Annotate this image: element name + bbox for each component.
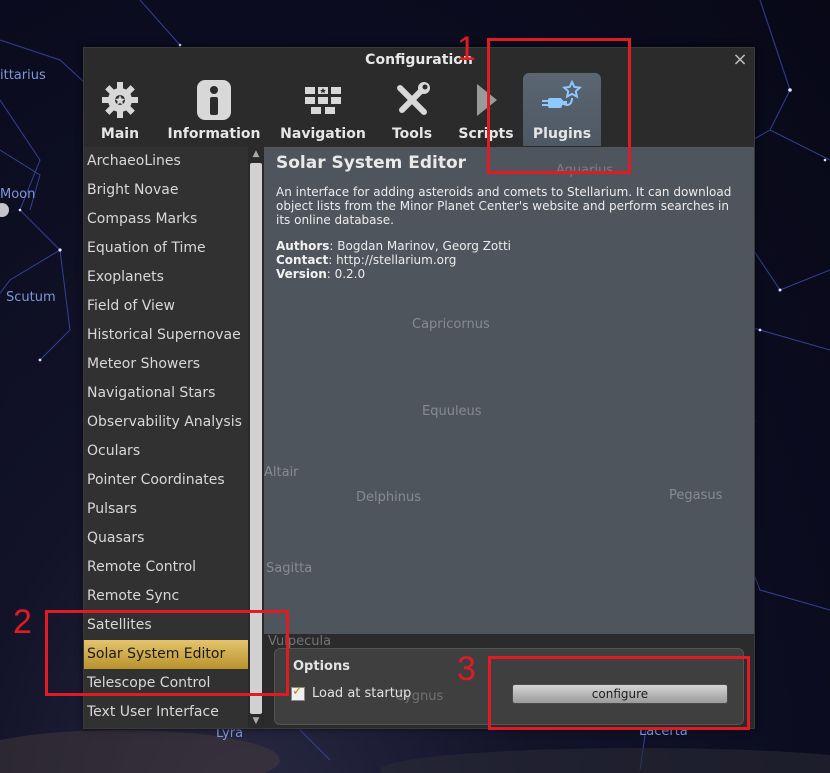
tab-navigation[interactable]: Navigation bbox=[280, 73, 366, 146]
list-item[interactable]: Bright Novae bbox=[84, 176, 248, 205]
list-item[interactable]: Meteor Showers bbox=[84, 350, 248, 379]
close-icon: × bbox=[732, 49, 748, 70]
list-item[interactable]: Pulsars bbox=[84, 495, 248, 524]
tab-main-label: Main bbox=[100, 126, 140, 142]
plugin-version: Version: 0.2.0 bbox=[276, 267, 365, 281]
list-item[interactable]: Field of View bbox=[84, 292, 248, 321]
tab-main[interactable]: Main bbox=[94, 73, 146, 146]
annotation-box-plugins-tab bbox=[487, 38, 631, 174]
checkmark-icon: ✓ bbox=[292, 684, 303, 699]
list-item[interactable]: Remote Control bbox=[84, 553, 248, 582]
annotation-number-2: 2 bbox=[13, 603, 32, 641]
sky-label-scutum: Scutum bbox=[6, 290, 56, 305]
contact-label: Contact bbox=[276, 253, 329, 267]
sky-label-delphinus: Delphinus bbox=[356, 490, 421, 505]
list-item[interactable]: Oculars bbox=[84, 437, 248, 466]
list-item[interactable]: Observability Analysis bbox=[84, 408, 248, 437]
sky-label-altair: Altair bbox=[264, 465, 299, 480]
sky-label-equuleus: Equuleus bbox=[422, 404, 482, 419]
sky-label-pegasus: Pegasus bbox=[669, 488, 723, 503]
tab-information-label: Information bbox=[167, 126, 261, 142]
list-item[interactable]: Equation of Time bbox=[84, 234, 248, 263]
tab-information[interactable]: Information bbox=[166, 73, 262, 146]
close-button[interactable]: × bbox=[730, 50, 750, 70]
annotation-box-list-item bbox=[45, 610, 289, 696]
plugin-details: Solar System Editor An interface for add… bbox=[264, 147, 754, 649]
version-label: Version bbox=[276, 267, 327, 281]
annotation-number-3: 3 bbox=[457, 650, 476, 688]
scroll-down-arrow-icon[interactable]: ▼ bbox=[248, 714, 264, 728]
plugin-contact: Contact: http://stellarium.org bbox=[276, 253, 456, 267]
tab-tools[interactable]: Tools bbox=[386, 73, 438, 146]
list-item[interactable]: Compass Marks bbox=[84, 205, 248, 234]
plugin-description: An interface for adding asteroids and co… bbox=[276, 185, 732, 227]
list-item[interactable]: Pointer Coordinates bbox=[84, 466, 248, 495]
authors-label: Authors bbox=[276, 239, 330, 253]
annotation-box-configure bbox=[488, 656, 750, 730]
options-title: Options bbox=[293, 659, 350, 674]
tab-tools-label: Tools bbox=[391, 126, 433, 142]
list-item[interactable]: ArchaeoLines bbox=[84, 147, 248, 176]
sky-label-moon: Moon bbox=[0, 187, 36, 202]
list-item[interactable]: Navigational Stars bbox=[84, 379, 248, 408]
list-item[interactable]: Exoplanets bbox=[84, 263, 248, 292]
list-item[interactable]: Historical Supernovae bbox=[84, 321, 248, 350]
authors-value: : Bogdan Marinov, Georg Zotti bbox=[329, 239, 511, 253]
scroll-up-arrow-icon[interactable]: ▲ bbox=[248, 147, 264, 161]
sky-label-sagitta: Sagitta bbox=[266, 561, 313, 576]
sky-label-cygnus: Cygnus bbox=[395, 689, 444, 704]
gear-icon bbox=[94, 78, 146, 122]
info-icon bbox=[166, 78, 262, 122]
dialog-title: Configuration bbox=[365, 52, 473, 68]
plugin-authors: Authors: Bogdan Marinov, Georg Zotti bbox=[276, 239, 511, 253]
list-item[interactable]: Quasars bbox=[84, 524, 248, 553]
annotation-number-1: 1 bbox=[457, 30, 476, 68]
load-at-startup-checkbox[interactable]: ✓ bbox=[291, 684, 305, 701]
contact-value: : http://stellarium.org bbox=[328, 253, 457, 267]
list-item[interactable]: Remote Sync bbox=[84, 582, 248, 611]
sky-label-sagittarius: ittarius bbox=[0, 68, 46, 83]
list-item[interactable]: Text User Interface bbox=[84, 698, 248, 727]
sky-label-capricornus: Capricornus bbox=[412, 317, 490, 332]
tools-icon bbox=[386, 78, 438, 122]
tab-navigation-label: Navigation bbox=[280, 126, 366, 142]
keyboard-icon bbox=[280, 78, 366, 122]
plugin-title: Solar System Editor bbox=[276, 153, 467, 173]
version-value: : 0.2.0 bbox=[326, 267, 366, 281]
